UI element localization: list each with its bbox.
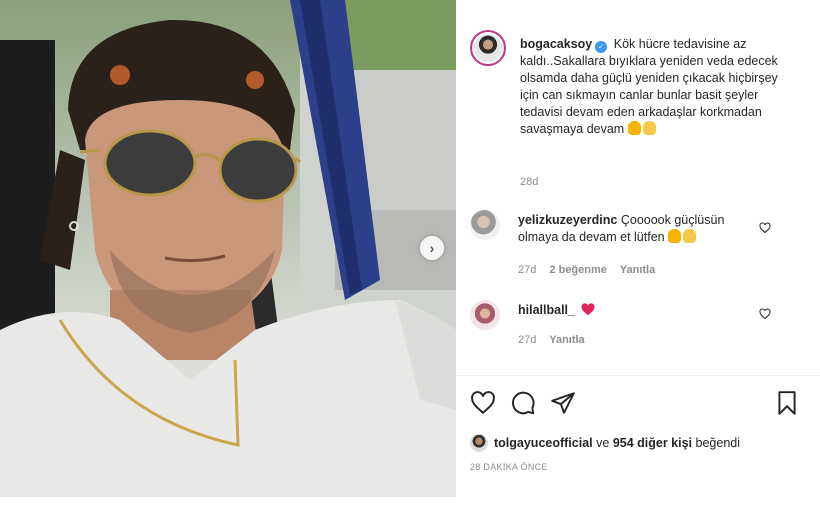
others-likes-link[interactable]: 954 diğer kişi — [613, 436, 692, 450]
commenter-username[interactable]: hilallball_ — [518, 303, 575, 317]
bookmark-icon[interactable] — [774, 390, 800, 416]
liked-by-connector: ve — [596, 436, 610, 450]
post-caption: bogacaksoy ✓ Kök hücre tedavisine az kald… — [520, 36, 785, 138]
flexed-biceps-emoji-icon — [627, 121, 641, 135]
liker-username[interactable]: tolgayuceofficial — [494, 436, 593, 450]
liker-avatar[interactable] — [470, 434, 488, 452]
post-sidebar: bogacaksoy ✓ Kök hücre tedavisine az kald… — [456, 0, 820, 497]
comment-likes[interactable]: 2 beğenme — [549, 264, 606, 276]
post-timestamp: 28 DAKİKA ÖNCE — [470, 462, 548, 472]
comment-like-heart-icon[interactable] — [759, 222, 771, 234]
actions-divider — [456, 375, 820, 376]
comment-meta: 27d 2 beğenme Yanıtla — [518, 264, 665, 276]
author-username[interactable]: bogacaksoy — [520, 37, 592, 51]
post-photo[interactable]: › — [0, 0, 456, 497]
commenter-avatar[interactable] — [470, 300, 500, 330]
reply-button[interactable]: Yanıtla — [549, 334, 584, 346]
heart-icon[interactable] — [470, 390, 496, 416]
commenter-avatar[interactable] — [470, 210, 500, 240]
reply-button[interactable]: Yanıtla — [620, 264, 655, 276]
heart-eyes-emoji-icon — [668, 229, 682, 243]
comment-text: yelizkuzeyerdinc Çoooook güçlüsün olmaya… — [518, 212, 763, 246]
liked-by: tolgayuceofficial ve 954 diğer kişi beğe… — [470, 434, 810, 452]
comment-text: hilallball_ — [518, 302, 763, 319]
victory-hand-emoji-icon — [642, 121, 656, 135]
chevron-right-icon: › — [429, 240, 435, 256]
selfie-illustration — [0, 0, 456, 497]
liked-by-suffix: beğendi — [695, 436, 741, 450]
comment-icon[interactable] — [510, 390, 536, 416]
next-photo-button[interactable]: › — [420, 236, 444, 260]
comment-time: 27d — [518, 264, 537, 276]
comment-meta: 27d Yanıtla — [518, 334, 595, 346]
verified-icon: ✓ — [595, 41, 608, 53]
liked-by-text: tolgayuceofficial ve 954 diğer kişi beğe… — [494, 436, 740, 450]
share-icon[interactable] — [550, 390, 576, 416]
comment-time: 27d — [518, 334, 537, 346]
comment-like-heart-icon[interactable] — [759, 308, 771, 320]
post-actions — [470, 390, 800, 416]
post-time[interactable]: 28d — [520, 176, 538, 188]
red-heart-emoji-icon — [581, 303, 595, 316]
folded-hands-emoji-icon — [683, 229, 697, 243]
commenter-username[interactable]: yelizkuzeyerdinc — [518, 213, 617, 227]
author-avatar[interactable] — [470, 30, 506, 66]
